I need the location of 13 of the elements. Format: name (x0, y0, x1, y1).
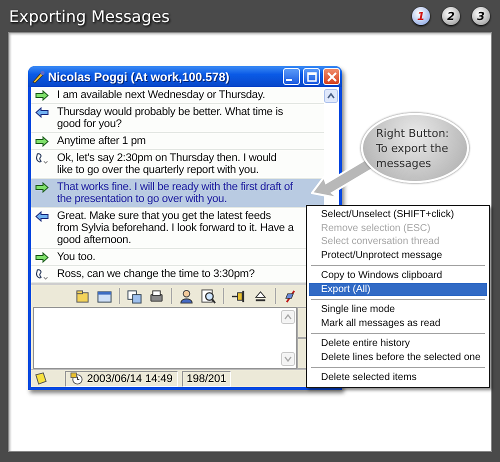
message-text: Ok, let's say 2:30pm on Thursday then. I would like to go over the quarterly report with you. (57, 152, 278, 176)
page-title: Exporting Messages (9, 6, 170, 26)
message-text: Ross, can we change the time to 3:30pm? (57, 268, 256, 280)
message-count: 198/201 (186, 372, 226, 384)
message-text: Thursday would probably be better. What time is good for you? (57, 106, 284, 130)
window-title: Nicolas Poggi (At work,100.578) (48, 70, 230, 84)
message-text: That works fine. I will be ready with the first draft of the presentation to go over with you. (57, 181, 294, 205)
callout-text: Right Button: To export the messages (376, 126, 450, 170)
message-text: I am available next Wednesday or Thursday. (57, 89, 266, 101)
message-text: You too. (57, 251, 96, 263)
message-text: Anytime after 1 pm (57, 135, 147, 147)
timestamp: 2003/06/14 14:49 (87, 372, 173, 384)
message-text: Great. Make sure that you get the latest feeds from Sylvia beforehand. I look forward to it. Have a good afternoon. (57, 210, 295, 246)
